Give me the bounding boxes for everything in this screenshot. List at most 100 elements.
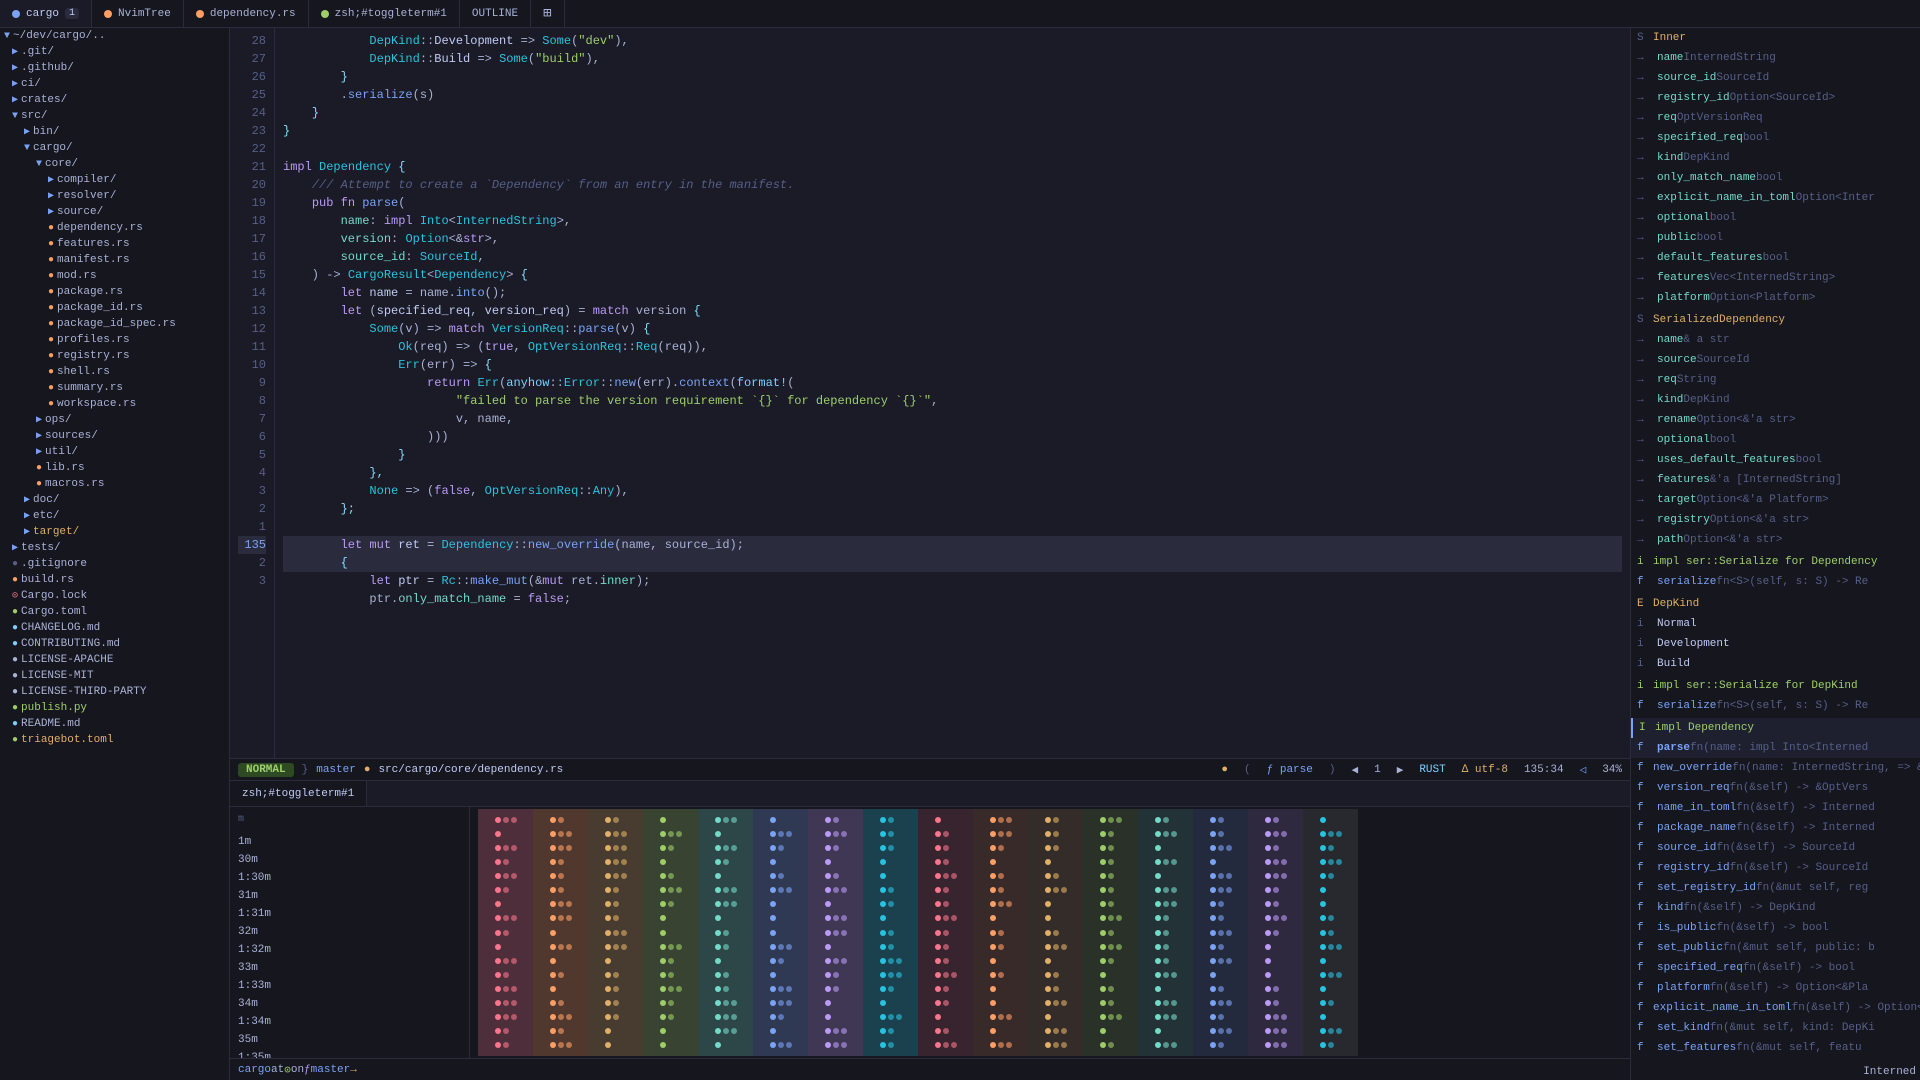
outline-item-serialize-dep[interactable]: f serialize fn<S>(self, s: S) -> Re: [1631, 572, 1920, 592]
outline-item-fn-source-id[interactable]: f source_id fn(&self) -> SourceId: [1631, 838, 1920, 858]
sidebar-item-cargotoml[interactable]: ● Cargo.toml: [0, 604, 229, 620]
outline-item-serialize-depkind[interactable]: f serialize fn<S>(self, s: S) -> Re: [1631, 696, 1920, 716]
sidebar-item-registry[interactable]: ● registry.rs: [0, 348, 229, 364]
outline-item-fn-name-in-toml[interactable]: f name_in_toml fn(&self) -> Interned: [1631, 798, 1920, 818]
outline-item-fn-set-public[interactable]: f set_public fn(&mut self, public: b: [1631, 938, 1920, 958]
outline-item-sd-req[interactable]: → req String: [1631, 370, 1920, 390]
outline-item-sd-source[interactable]: → source SourceId: [1631, 350, 1920, 370]
outline-item-depkind[interactable]: E DepKind: [1631, 594, 1920, 614]
outline-item-impl-dep[interactable]: I impl Dependency: [1631, 718, 1920, 738]
sidebar-item-summary[interactable]: ● summary.rs: [0, 380, 229, 396]
sidebar-item-resolver[interactable]: ▶ resolver/: [0, 188, 229, 204]
sidebar-item-changelog[interactable]: ● CHANGELOG.md: [0, 620, 229, 636]
sidebar-item-manifest[interactable]: ● manifest.rs: [0, 252, 229, 268]
sidebar-item-mod[interactable]: ● mod.rs: [0, 268, 229, 284]
sidebar-item-cargolock[interactable]: ⊙ Cargo.lock: [0, 588, 229, 604]
sidebar-item-features[interactable]: ● features.rs: [0, 236, 229, 252]
tab-maximize[interactable]: ⊞: [531, 0, 564, 27]
sidebar-item-license-apache[interactable]: ● LICENSE-APACHE: [0, 652, 229, 668]
outline-item-sd-rename[interactable]: → rename Option<&'a str>: [1631, 410, 1920, 430]
sidebar-item-buildrs[interactable]: ● build.rs: [0, 572, 229, 588]
sidebar-item-cargo[interactable]: ▼ cargo/: [0, 140, 229, 156]
outline-item-kind[interactable]: → kind DepKind: [1631, 148, 1920, 168]
outline-item-optional[interactable]: → optional bool: [1631, 208, 1920, 228]
outline-item-fn-version-req[interactable]: f version_req fn(&self) -> &OptVers: [1631, 778, 1920, 798]
outline-item-fn-explicit-name[interactable]: f explicit_name_in_toml fn(&self) -> Opt…: [1631, 998, 1920, 1018]
outline-item-default-features[interactable]: → default_features bool: [1631, 248, 1920, 268]
outline-item-fn-set-features[interactable]: f set_features fn(&mut self, featu: [1631, 1038, 1920, 1058]
outline-item-source-id[interactable]: → source_id SourceId: [1631, 68, 1920, 88]
outline-item-sd-optional[interactable]: → optional bool: [1631, 430, 1920, 450]
sidebar-item-shell[interactable]: ● shell.rs: [0, 364, 229, 380]
outline-item-fn-specified-req[interactable]: f specified_req fn(&self) -> bool: [1631, 958, 1920, 978]
outline-item-specified-req[interactable]: → specified_req bool: [1631, 128, 1920, 148]
sidebar-item-triagebot[interactable]: ● triagebot.toml: [0, 732, 229, 748]
sidebar-item-macros[interactable]: ● macros.rs: [0, 476, 229, 492]
outline-item-depkind-dev[interactable]: i Development: [1631, 634, 1920, 654]
outline-item-fn-kind[interactable]: f kind fn(&self) -> DepKind: [1631, 898, 1920, 918]
outline-item-impl-ser-depkind[interactable]: i impl ser::Serialize for DepKind: [1631, 676, 1920, 696]
outline-item-fn-registry-id[interactable]: f registry_id fn(&self) -> SourceId: [1631, 858, 1920, 878]
outline-item-name[interactable]: → name InternedString: [1631, 48, 1920, 68]
sidebar-item-bin[interactable]: ▶ bin/: [0, 124, 229, 140]
sidebar-item-git[interactable]: ▶ .git/: [0, 44, 229, 60]
outline-item-fn-is-public[interactable]: f is_public fn(&self) -> bool: [1631, 918, 1920, 938]
outline-item-registry-id[interactable]: → registry_id Option<SourceId>: [1631, 88, 1920, 108]
sidebar-item-readme[interactable]: ● README.md: [0, 716, 229, 732]
sidebar-item-core[interactable]: ▼ core/: [0, 156, 229, 172]
sidebar-item-etc[interactable]: ▶ etc/: [0, 508, 229, 524]
sidebar-item-package-id[interactable]: ● package_id.rs: [0, 300, 229, 316]
sidebar-item-license-mit[interactable]: ● LICENSE-MIT: [0, 668, 229, 684]
tab-dependency[interactable]: dependency.rs: [184, 0, 309, 27]
outline-item-only-match-name[interactable]: → only_match_name bool: [1631, 168, 1920, 188]
terminal-tab-main[interactable]: zsh;#toggleterm#1: [230, 781, 367, 806]
outline-item-req[interactable]: → req OptVersionReq: [1631, 108, 1920, 128]
sidebar-item-workspace[interactable]: ● workspace.rs: [0, 396, 229, 412]
tab-cargo[interactable]: cargo 1: [0, 0, 92, 27]
sidebar-item-doc[interactable]: ▶ doc/: [0, 492, 229, 508]
tab-outline[interactable]: OUTLINE: [460, 0, 531, 27]
tab-nvimtree[interactable]: NvimTree: [92, 0, 184, 27]
sidebar-item-publish[interactable]: ● publish.py: [0, 700, 229, 716]
sidebar-item-contributing[interactable]: ● CONTRIBUTING.md: [0, 636, 229, 652]
sidebar-item-github[interactable]: ▶ .github/: [0, 60, 229, 76]
outline-item-fn-set-registry[interactable]: f set_registry_id fn(&mut self, reg: [1631, 878, 1920, 898]
outline-item-sd-name[interactable]: → name & a str: [1631, 330, 1920, 350]
sidebar-item-target[interactable]: ▶ target/: [0, 524, 229, 540]
sidebar-item-crates[interactable]: ▶ crates/: [0, 92, 229, 108]
outline-item-platform[interactable]: → platform Option<Platform>: [1631, 288, 1920, 308]
outline-item-fn-platform[interactable]: f platform fn(&self) -> Option<&Pla: [1631, 978, 1920, 998]
sidebar-item-package-id-spec[interactable]: ● package_id_spec.rs: [0, 316, 229, 332]
sidebar-item-profiles[interactable]: ● profiles.rs: [0, 332, 229, 348]
sidebar-item-tests[interactable]: ▶ tests/: [0, 540, 229, 556]
outline-item-impl-ser-dep[interactable]: i impl ser::Serialize for Dependency: [1631, 552, 1920, 572]
outline-item-explicit-name[interactable]: → explicit_name_in_toml Option<Inter: [1631, 188, 1920, 208]
outline-item-serialized-dep[interactable]: S SerializedDependency: [1631, 310, 1920, 330]
sidebar-item-ci[interactable]: ▶ ci/: [0, 76, 229, 92]
outline-item-fn-package-name[interactable]: f package_name fn(&self) -> Interned: [1631, 818, 1920, 838]
sidebar-item-source[interactable]: ▶ source/: [0, 204, 229, 220]
outline-item-public[interactable]: → public bool: [1631, 228, 1920, 248]
outline-item-fn-parse[interactable]: f parse fn(name: impl Into<Interned: [1631, 738, 1920, 758]
sidebar-item-util[interactable]: ▶ util/: [0, 444, 229, 460]
sidebar-item-compiler[interactable]: ▶ compiler/: [0, 172, 229, 188]
sidebar-item-sources[interactable]: ▶ sources/: [0, 428, 229, 444]
sidebar-item-librs[interactable]: ● lib.rs: [0, 460, 229, 476]
outline-item-inner-struct[interactable]: S Inner: [1631, 28, 1920, 48]
outline-item-sd-path[interactable]: → path Option<&'a str>: [1631, 530, 1920, 550]
outline-item-sd-target[interactable]: → target Option<&'a Platform>: [1631, 490, 1920, 510]
sidebar-item-root[interactable]: ▼ ~/dev/cargo/..: [0, 28, 229, 44]
tab-toggleterm[interactable]: zsh;#toggleterm#1: [309, 0, 460, 27]
sidebar-item-src[interactable]: ▼ src/: [0, 108, 229, 124]
outline-item-sd-uses-default[interactable]: → uses_default_features bool: [1631, 450, 1920, 470]
sidebar-item-dependency-rs[interactable]: ● dependency.rs: [0, 220, 229, 236]
sidebar-item-gitignore[interactable]: ● .gitignore: [0, 556, 229, 572]
sidebar-item-ops[interactable]: ▶ ops/: [0, 412, 229, 428]
sidebar-item-package[interactable]: ● package.rs: [0, 284, 229, 300]
outline-item-sd-registry[interactable]: → registry Option<&'a str>: [1631, 510, 1920, 530]
outline-item-sd-kind[interactable]: → kind DepKind: [1631, 390, 1920, 410]
outline-item-fn-set-kind[interactable]: f set_kind fn(&mut self, kind: DepKi: [1631, 1018, 1920, 1038]
outline-item-depkind-build[interactable]: i Build: [1631, 654, 1920, 674]
outline-item-fn-new-override[interactable]: f new_override fn(name: InternedString, …: [1631, 758, 1920, 778]
sidebar-item-license-third[interactable]: ● LICENSE-THIRD-PARTY: [0, 684, 229, 700]
